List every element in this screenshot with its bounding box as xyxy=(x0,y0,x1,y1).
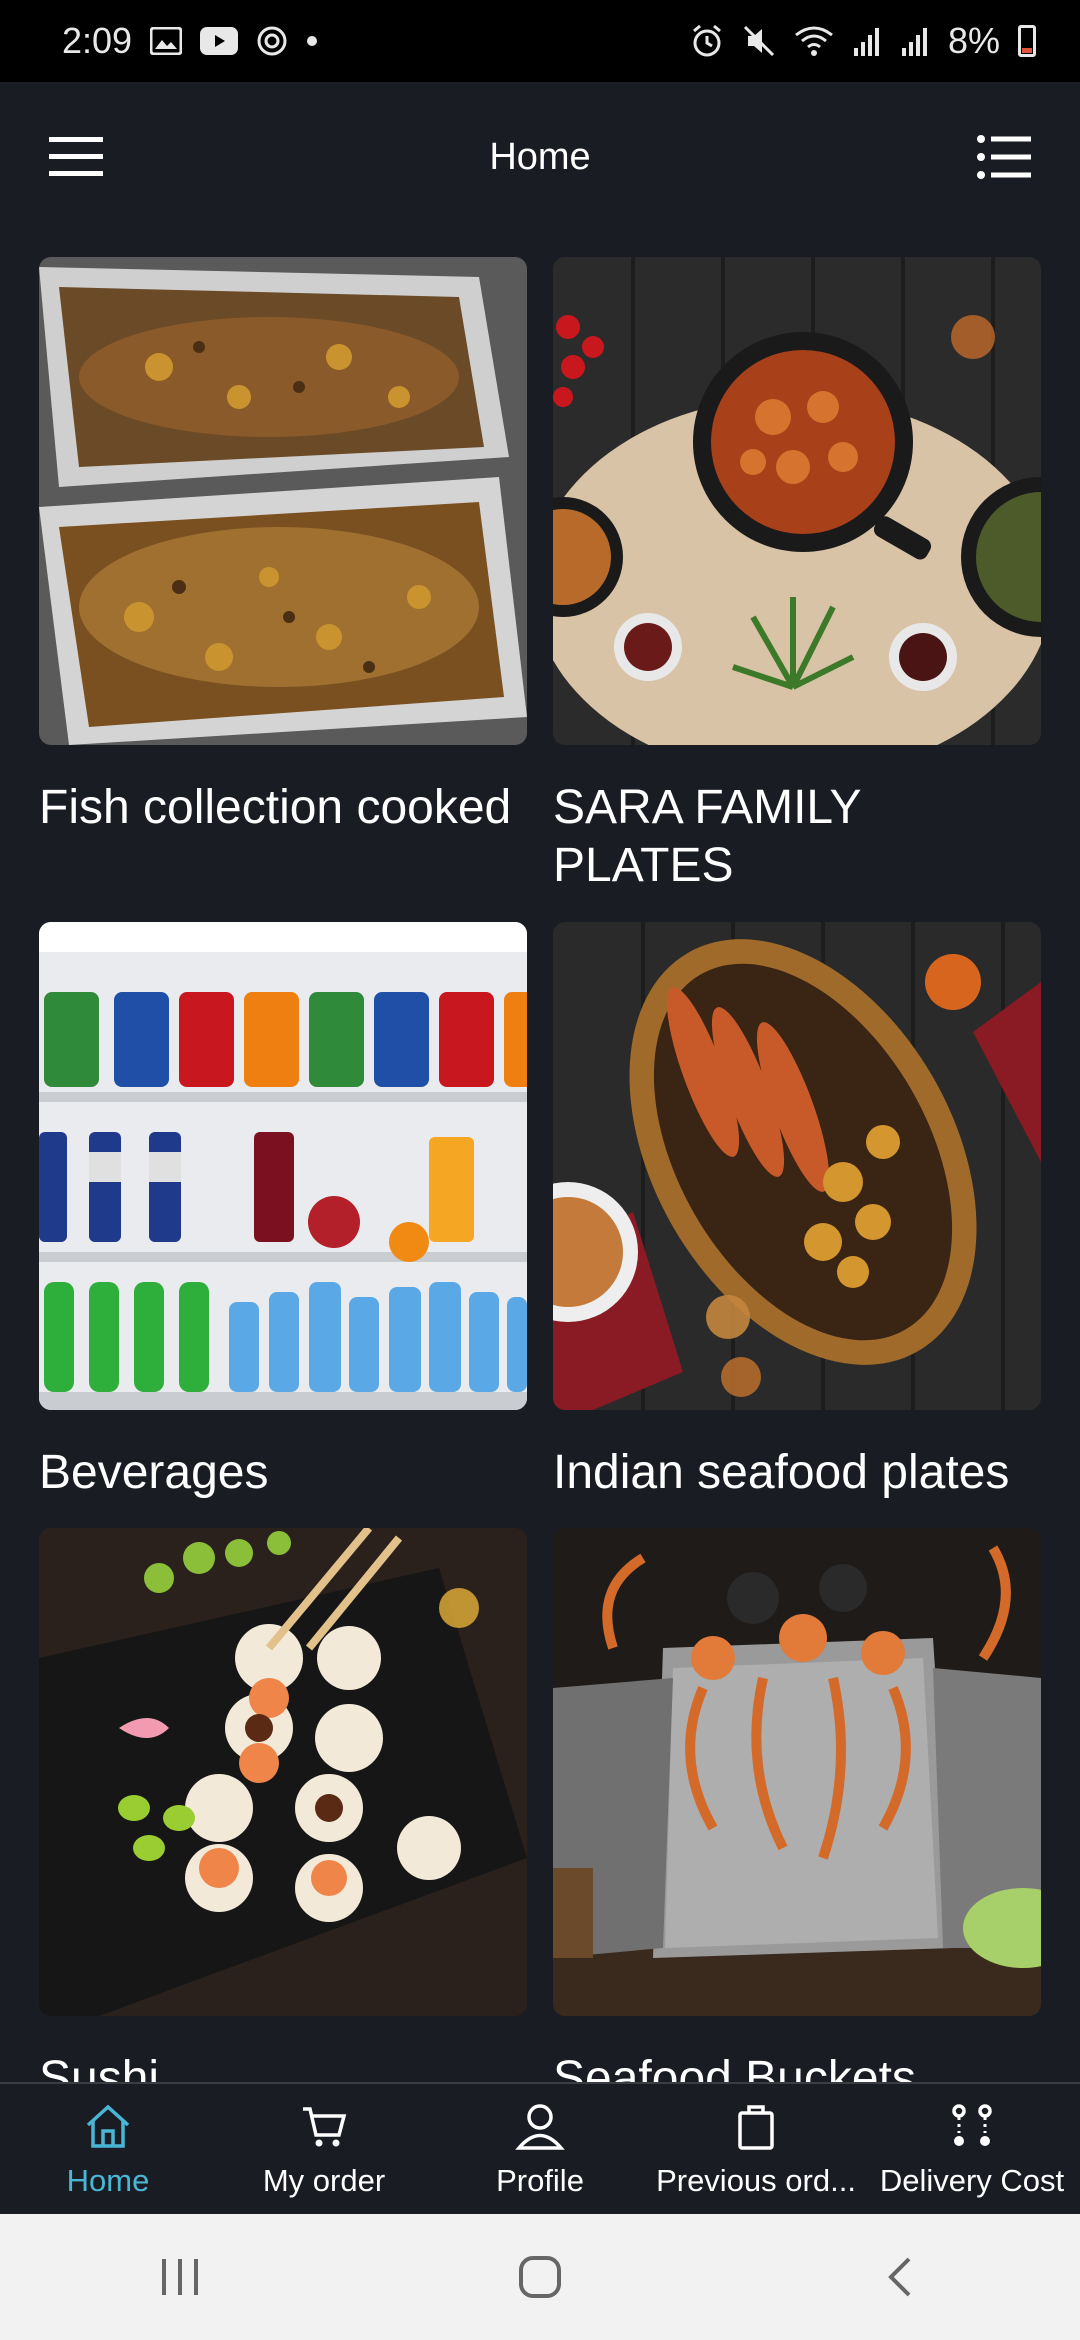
category-image xyxy=(39,922,527,1410)
category-grid: Fish collection cooked SARA FAMILY PLATE… xyxy=(0,232,1080,2082)
category-image xyxy=(553,922,1041,1410)
nav-home[interactable]: Home xyxy=(0,2084,216,2214)
profile-icon xyxy=(515,2099,565,2153)
system-navigation-bar xyxy=(0,2214,1080,2340)
bag-icon xyxy=(731,2099,781,2153)
nav-label: Home xyxy=(66,2163,150,2198)
category-image xyxy=(553,1528,1041,2016)
alarm-icon xyxy=(690,24,724,58)
page-title: Home xyxy=(489,135,591,178)
nav-delivery-cost[interactable]: Delivery Cost xyxy=(864,2084,1080,2214)
category-card-seafood-buckets[interactable]: Seafood Buckets xyxy=(553,1528,1041,2082)
category-label: SARA FAMILY PLATES xyxy=(553,781,861,892)
signal-1-icon xyxy=(852,26,882,56)
sync-notification-icon xyxy=(256,25,288,57)
hamburger-menu-icon[interactable] xyxy=(44,125,108,189)
nav-label: Previous ord... xyxy=(656,2163,856,2198)
category-label: Seafood Buckets xyxy=(553,2052,916,2082)
battery-percent: 8% xyxy=(947,20,1000,61)
category-card-sushi[interactable]: Sushi xyxy=(39,1528,527,2082)
nav-my-order[interactable]: My order xyxy=(216,2084,432,2214)
home-button-icon[interactable] xyxy=(500,2237,580,2317)
nav-label: Profile xyxy=(496,2163,584,2198)
route-icon xyxy=(947,2099,997,2153)
category-label: Indian seafood plates xyxy=(553,1446,1010,1499)
status-bar: 2:09 8% xyxy=(0,0,1080,82)
home-icon xyxy=(83,2099,133,2153)
category-card-sara-family-plates[interactable]: SARA FAMILY PLATES xyxy=(553,257,1041,895)
category-label: Fish collection cooked xyxy=(39,781,512,834)
app-bar: Home xyxy=(0,82,1080,232)
nav-label: Delivery Cost xyxy=(879,2163,1065,2198)
cart-icon xyxy=(299,2099,349,2153)
category-image xyxy=(553,257,1041,745)
nav-profile[interactable]: Profile xyxy=(432,2084,648,2214)
category-card-beverages[interactable]: Beverages xyxy=(39,922,527,1502)
youtube-notification-icon xyxy=(200,27,239,55)
nav-previous-orders[interactable]: Previous ord... xyxy=(648,2084,864,2214)
category-label: Sushi xyxy=(39,2052,160,2082)
status-time: 2:09 xyxy=(62,20,133,61)
signal-2-icon xyxy=(900,26,930,56)
bottom-navigation: Home My order Profile Previous ord... De… xyxy=(0,2082,1080,2214)
list-view-icon[interactable] xyxy=(972,125,1036,189)
more-notifications-dot-icon xyxy=(306,35,318,47)
category-image xyxy=(39,1528,527,2016)
category-card-indian-seafood-plates[interactable]: Indian seafood plates xyxy=(553,922,1041,1502)
mute-icon xyxy=(742,24,776,58)
nav-label: My order xyxy=(262,2163,386,2198)
recent-apps-icon[interactable] xyxy=(140,2237,220,2317)
category-label: Beverages xyxy=(39,1446,269,1499)
wifi-icon xyxy=(794,25,834,57)
back-icon[interactable] xyxy=(860,2237,940,2317)
category-card-fish-collection[interactable]: Fish collection cooked xyxy=(39,257,527,837)
battery-icon xyxy=(1018,25,1036,57)
category-image xyxy=(39,257,527,745)
gallery-notification-icon xyxy=(150,27,183,55)
